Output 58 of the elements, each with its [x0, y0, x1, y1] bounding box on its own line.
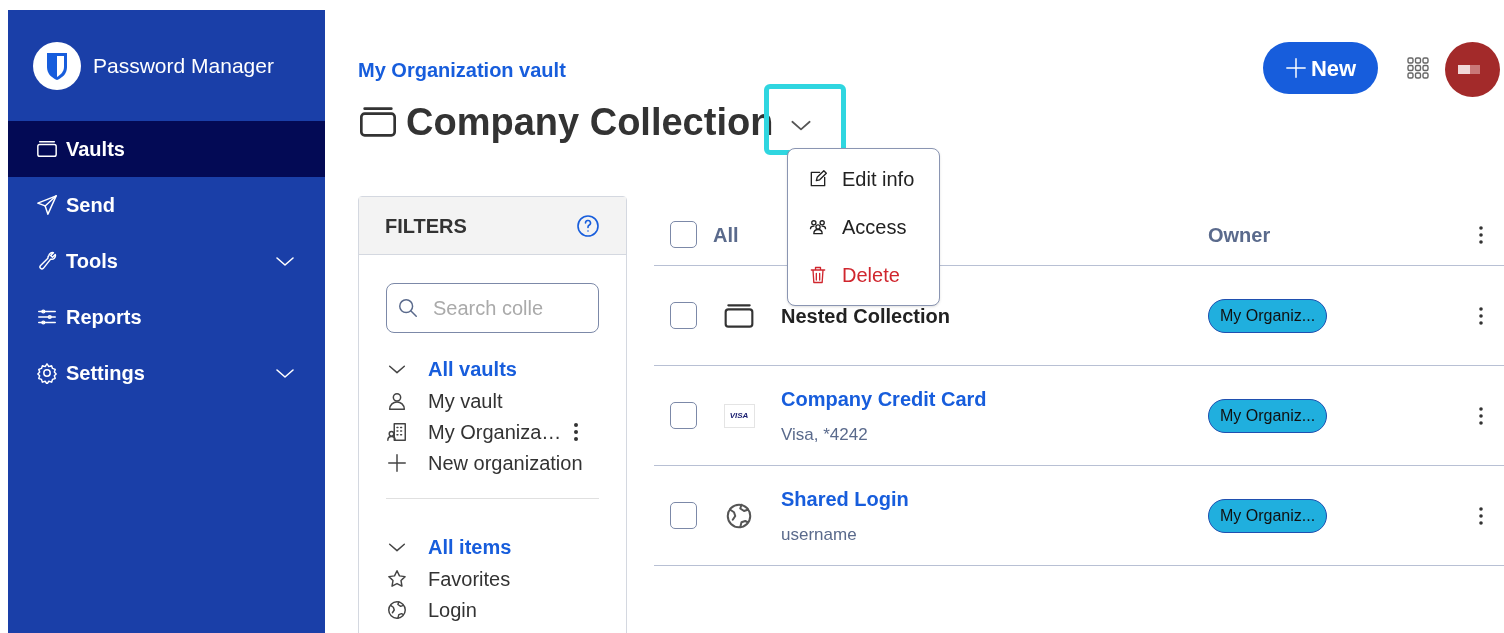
- filters-heading: FILTERS: [385, 213, 467, 239]
- wrench-icon: [36, 250, 58, 272]
- star-icon: [386, 567, 408, 590]
- search-field[interactable]: Search colle: [386, 283, 599, 333]
- checkbox[interactable]: [670, 502, 697, 529]
- checkbox[interactable]: [670, 302, 697, 329]
- search-icon: [397, 297, 419, 319]
- column-header: All: [713, 222, 739, 248]
- gear-icon: [36, 362, 58, 384]
- card-brand-logo: VISA: [723, 403, 755, 428]
- breadcrumb-link[interactable]: My Organization vault: [358, 60, 1263, 80]
- app-grid-icon[interactable]: [1406, 56, 1430, 80]
- checkbox[interactable]: [670, 221, 697, 248]
- edit-icon: [808, 169, 828, 189]
- checkbox[interactable]: [670, 402, 697, 429]
- filter-group-heading[interactable]: All items: [386, 531, 599, 563]
- more-options-icon[interactable]: [1478, 224, 1484, 245]
- filter-group-heading[interactable]: All vaults: [386, 353, 599, 385]
- product-name: Password Manager: [93, 52, 274, 79]
- avatar[interactable]: [1445, 42, 1500, 97]
- help-icon[interactable]: [576, 213, 600, 238]
- plus-icon: [386, 451, 408, 474]
- building-person-icon: [386, 420, 408, 443]
- more-options-icon[interactable]: [1478, 405, 1484, 426]
- menu-item[interactable]: Edit info: [788, 155, 939, 203]
- nav-item[interactable]: Vaults: [8, 121, 325, 177]
- item-subtitle: username: [781, 523, 858, 546]
- nav-item[interactable]: Send: [8, 177, 325, 233]
- trash-icon: [808, 265, 828, 285]
- menu-item[interactable]: Delete: [788, 251, 939, 299]
- plus-icon: [1284, 57, 1307, 79]
- owner-tag: My Organiz...: [1208, 298, 1328, 333]
- menu-item[interactable]: Access: [788, 203, 939, 251]
- more-options-icon[interactable]: [1478, 305, 1484, 326]
- nav-item[interactable]: Reports: [8, 289, 325, 345]
- filter-item[interactable]: My vault: [386, 385, 599, 416]
- column-header: Owner: [1208, 222, 1272, 248]
- owner-tag: My Organiz...: [1208, 398, 1328, 433]
- filter-item[interactable]: My Organiza…: [386, 416, 599, 447]
- owner-tag: My Organiz...: [1208, 498, 1328, 533]
- vault-icon: [36, 138, 58, 160]
- globe-icon: [386, 598, 408, 621]
- shield-logo-icon: [33, 41, 81, 90]
- sliders-icon: [36, 306, 58, 328]
- people-icon: [808, 217, 828, 237]
- filter-item[interactable]: New organization: [386, 447, 599, 478]
- filter-item[interactable]: Favorites: [386, 563, 599, 594]
- more-options-icon[interactable]: [1478, 505, 1484, 526]
- item-subtitle: Visa, *4242: [781, 423, 869, 446]
- item-name[interactable]: Nested Collection: [781, 300, 1208, 331]
- nav-item[interactable]: Tools: [8, 233, 325, 289]
- nav-item[interactable]: Settings: [8, 345, 325, 401]
- filter-item[interactable]: Login: [386, 594, 599, 625]
- item-link[interactable]: Company Credit Card: [781, 383, 1208, 414]
- item-link[interactable]: Shared Login: [781, 483, 1208, 514]
- new-button[interactable]: New: [1263, 42, 1378, 94]
- paper-plane-icon: [36, 194, 58, 216]
- more-options-icon[interactable]: [573, 420, 580, 443]
